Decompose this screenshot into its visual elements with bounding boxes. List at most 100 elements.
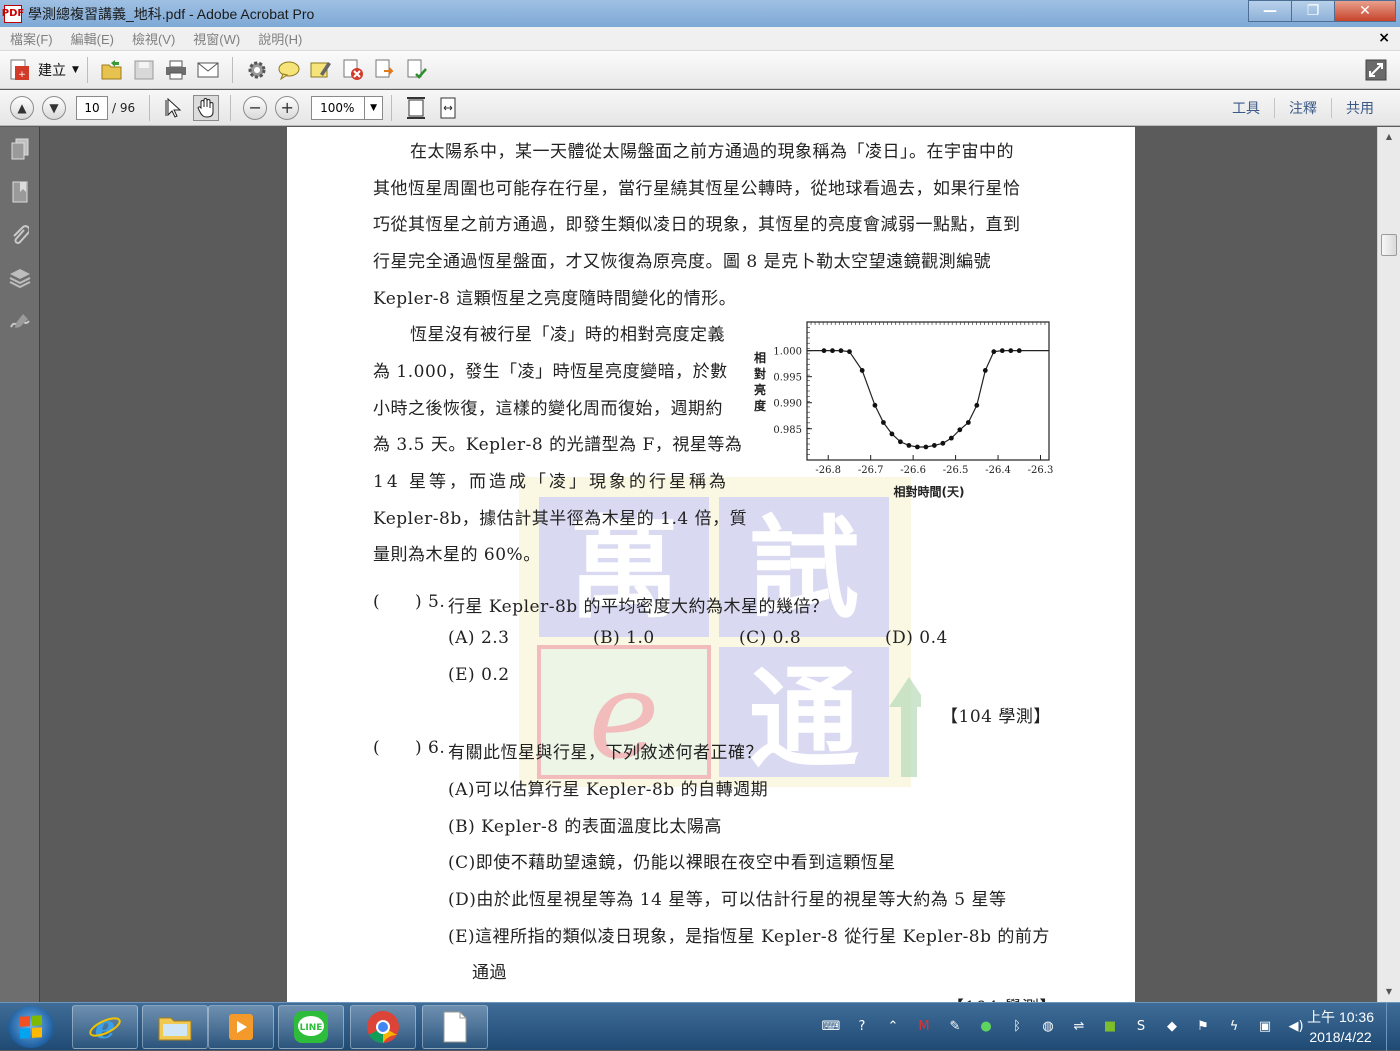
chart-x-tick-label: -26.8 [815, 465, 841, 476]
q6-option-b: (B) Kepler-8 的表面溫度比太陽高 [448, 817, 722, 837]
restore-button[interactable]: ❐ [1291, 0, 1335, 22]
bluetooth-icon[interactable]: ᛒ [1004, 1015, 1030, 1037]
media-icon[interactable] [208, 1005, 274, 1049]
usb-icon[interactable]: ⇌ [1066, 1015, 1092, 1037]
email-icon[interactable] [195, 57, 221, 83]
network-status-icon[interactable]: ◍ [1035, 1015, 1061, 1037]
highlight-icon[interactable] [308, 57, 334, 83]
show-desktop-button[interactable] [1386, 1003, 1400, 1051]
menu-file[interactable]: 檔案(F) [10, 29, 53, 48]
document-view[interactable]: 萬 試 e 通 在太陽系中，某一天體從太陽盤面之前方通過的現象稱為「凌日」。在宇… [41, 127, 1377, 1002]
tray-expand-icon[interactable]: ⌃ [880, 1015, 906, 1037]
comment-icon[interactable] [276, 57, 302, 83]
chart-data-point [859, 368, 865, 373]
sign-icon[interactable] [404, 57, 430, 83]
chart-data-point [999, 348, 1005, 354]
fit-width-icon[interactable] [435, 95, 461, 121]
scroll-thumb[interactable] [1381, 234, 1397, 256]
para2-line-7: 量則為木星的 60%。 [373, 545, 541, 565]
start-button[interactable] [8, 1006, 54, 1048]
signatures-icon[interactable] [0, 299, 40, 342]
chart-x-tick-label: -26.5 [943, 465, 969, 476]
toolbar-separator [230, 94, 232, 121]
power-icon[interactable]: ϟ [1221, 1015, 1247, 1037]
hand-tool-icon[interactable] [193, 94, 220, 121]
explorer-icon[interactable] [142, 1005, 208, 1049]
acrobat-app-icon[interactable]: PDF [2, 4, 24, 23]
share-link[interactable]: 共用 [1331, 98, 1388, 118]
help-icon[interactable]: ? [849, 1015, 875, 1037]
volume-icon[interactable]: ◀) [1283, 1015, 1309, 1037]
system-clock[interactable]: 上午 10:36 2018/4/22 [1307, 1007, 1374, 1047]
fullscreen-icon[interactable] [1363, 57, 1389, 83]
menu-view[interactable]: 檢視(V) [132, 29, 175, 48]
scroll-down-icon[interactable]: ▼ [1378, 982, 1400, 1000]
tool-icon[interactable]: ✎ [942, 1015, 968, 1037]
save-icon[interactable] [131, 57, 157, 83]
keyboard-icon[interactable]: ⌨ [818, 1015, 844, 1037]
gmail-icon[interactable]: M [911, 1015, 937, 1037]
select-cursor-icon[interactable] [161, 95, 187, 121]
flag-icon[interactable]: ⚑ [1190, 1015, 1216, 1037]
chart-data-point [931, 443, 937, 448]
para2-line-2: 為 1.000，發生「凌」時恆星亮度變暗，於數 [373, 362, 728, 382]
chart-data-point [847, 349, 852, 355]
ie-icon[interactable]: e [72, 1005, 138, 1049]
file-icon[interactable] [422, 1005, 488, 1049]
clock-date: 2018/4/22 [1309, 1029, 1372, 1045]
q5-option-d: (D) 0.4 [885, 628, 948, 648]
q5-paren: ( [373, 592, 381, 612]
network-icon[interactable]: ▣ [1252, 1015, 1278, 1037]
dropbox-icon[interactable]: ◆ [1159, 1015, 1185, 1037]
q5-option-b: (B) 1.0 [593, 628, 655, 648]
menu-help[interactable]: 說明(H) [258, 29, 302, 48]
nvidia-icon[interactable]: ■ [1097, 1015, 1123, 1037]
document-close-button[interactable]: × [1378, 30, 1390, 46]
q6-number: ) 6. [415, 738, 446, 758]
intro-line-5: Kepler-8 這顆恆星之亮度隨時間變化的情形。 [373, 289, 737, 309]
print-icon[interactable] [163, 57, 189, 83]
next-page-icon[interactable]: ▼ [42, 95, 66, 120]
q6-option-e-cont: 通過 [472, 963, 507, 983]
chrome-icon[interactable] [350, 1005, 416, 1049]
tools-link[interactable]: 工具 [1218, 98, 1274, 118]
line-icon[interactable]: LINE [278, 1005, 344, 1049]
page-thumbnails-icon[interactable] [0, 127, 40, 170]
create-button[interactable]: + 建立 ▼ [8, 58, 79, 82]
close-button[interactable]: ✕ [1334, 0, 1396, 22]
skype-icon[interactable]: S [1128, 1015, 1154, 1037]
zoom-out-icon[interactable]: − [243, 95, 268, 120]
toolbar-separator [231, 56, 233, 83]
scroll-up-icon[interactable]: ▲ [1378, 127, 1400, 145]
previous-page-icon[interactable]: ▲ [10, 95, 34, 120]
export-icon[interactable] [372, 57, 398, 83]
attachments-icon[interactable] [0, 213, 40, 256]
q6-paren: ( [373, 738, 381, 758]
open-icon[interactable] [99, 57, 125, 83]
page-number-input[interactable]: 10 [76, 95, 108, 120]
q5-source: 【104 學測】 [941, 707, 1051, 727]
delete-file-icon[interactable] [340, 57, 366, 83]
zoom-level-select[interactable]: 100% ▼ [311, 95, 384, 120]
bookmarks-icon[interactable] [0, 170, 40, 213]
menu-edit[interactable]: 編輯(E) [71, 29, 114, 48]
vertical-scrollbar[interactable]: ▲ ▼ [1377, 127, 1400, 1002]
minimize-button[interactable]: — [1248, 0, 1292, 22]
fit-page-icon[interactable] [403, 95, 429, 121]
svg-text:+: + [18, 70, 26, 80]
intro-line-1: 在太陽系中，某一天體從太陽盤面之前方通過的現象稱為「凌日」。在宇宙中的 [410, 142, 1014, 162]
chart-y-tick-label: 0.990 [773, 399, 802, 410]
layers-icon[interactable] [0, 256, 40, 299]
chart-y-tick-label: 1.000 [773, 347, 802, 358]
chart-y-axis-title-char: 亮 [754, 382, 766, 397]
comment-link[interactable]: 注釋 [1274, 98, 1331, 118]
toolbar-separator [391, 94, 393, 121]
wechat-icon[interactable]: ● [973, 1015, 999, 1037]
chart-data-point [923, 444, 929, 450]
chevron-down-icon[interactable]: ▼ [364, 96, 382, 119]
page-total: / 96 [112, 100, 136, 115]
zoom-in-icon[interactable]: + [275, 95, 300, 120]
settings-icon[interactable] [244, 57, 270, 83]
title-bar: PDF 學測總複習講義_地科.pdf - Adobe Acrobat Pro —… [0, 0, 1400, 27]
menu-window[interactable]: 視窗(W) [193, 29, 240, 48]
